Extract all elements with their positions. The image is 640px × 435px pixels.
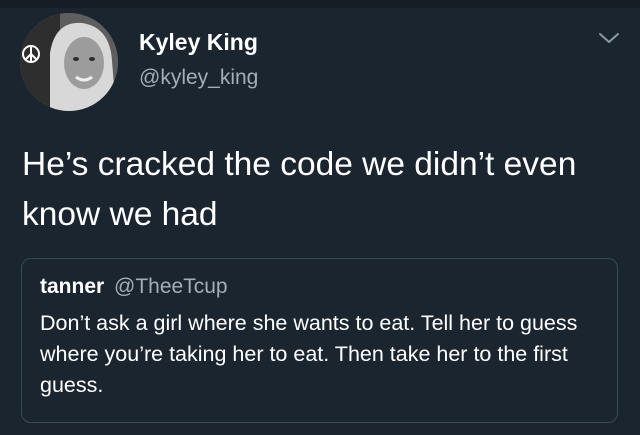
- author-avatar[interactable]: [20, 13, 118, 111]
- quoted-tweet-text: Don’t ask a girl where she wants to eat.…: [40, 311, 578, 397]
- top-bar: [0, 0, 640, 8]
- quoted-author-name[interactable]: tanner: [40, 275, 104, 298]
- avatar-photo: [20, 13, 118, 111]
- chevron-down-icon[interactable]: [598, 30, 620, 46]
- author-display-name[interactable]: Kyley King: [139, 29, 258, 56]
- tweet-text: He’s cracked the code we didn’t even kno…: [22, 146, 577, 233]
- quoted-author-handle[interactable]: @TheeTcup: [114, 275, 228, 298]
- author-handle[interactable]: @kyley_king: [139, 66, 258, 90]
- quoted-tweet-header: tanner @TheeTcup: [40, 275, 228, 299]
- quoted-tweet-card[interactable]: tanner @TheeTcup Don’t ask a girl where …: [21, 258, 618, 423]
